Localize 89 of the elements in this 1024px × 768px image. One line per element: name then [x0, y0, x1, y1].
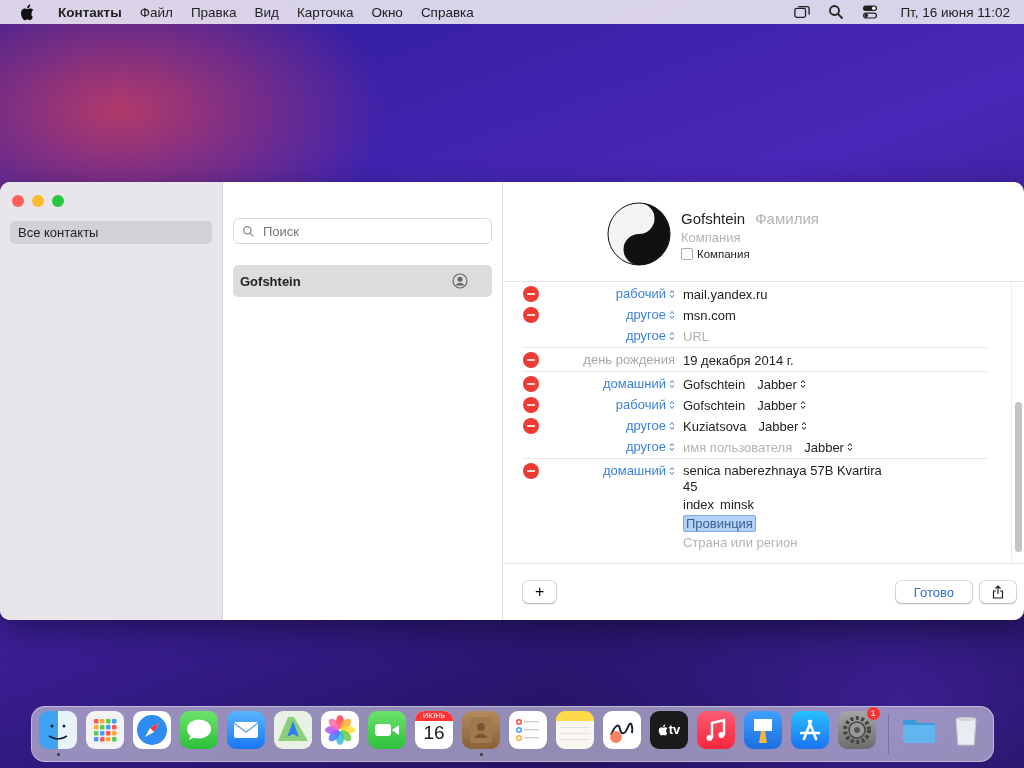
first-name[interactable]: Gofshtein — [681, 210, 746, 227]
compass-icon[interactable] — [133, 711, 171, 749]
menu-item[interactable]: Файл — [139, 4, 173, 20]
updown-chevron-icon — [669, 465, 675, 476]
tv-label: tv — [668, 722, 681, 738]
menu-item[interactable]: Справка — [420, 4, 474, 20]
search-icon — [242, 224, 255, 238]
field-value[interactable]: msn.com — [683, 307, 736, 323]
add-button[interactable]: + — [523, 581, 557, 603]
updown-chevron-icon — [669, 441, 675, 452]
address-book-icon[interactable] — [462, 711, 500, 749]
search-field[interactable]: Поиск — [233, 218, 492, 244]
updown-chevron-icon — [669, 288, 675, 299]
label-popup[interactable]: рабочий — [615, 286, 675, 301]
scrollbar[interactable] — [1011, 282, 1024, 563]
video-camera-icon[interactable] — [368, 711, 406, 749]
map-icon[interactable] — [274, 711, 312, 749]
updown-chevron-icon — [669, 399, 675, 410]
apple-icon — [657, 724, 668, 736]
person-icon — [452, 273, 468, 289]
remove-icon[interactable] — [523, 307, 539, 323]
field-label: день рождения — [583, 352, 675, 367]
notepad-icon[interactable] — [556, 711, 594, 749]
remove-icon[interactable] — [523, 286, 539, 302]
contact-name: Gofshtein — [240, 273, 301, 289]
updown-chevron-icon — [669, 330, 675, 341]
label-popup[interactable]: другое — [625, 439, 675, 454]
gear-icon[interactable] — [838, 711, 876, 749]
service-popup[interactable]: Jabber — [804, 439, 853, 455]
input-field[interactable]: Провинция — [683, 515, 756, 532]
scribble-icon[interactable] — [603, 711, 641, 749]
remove-icon[interactable] — [523, 352, 539, 368]
app-grid-icon[interactable] — [86, 711, 124, 749]
yin-yang-avatar[interactable] — [607, 202, 671, 266]
remove-icon[interactable] — [523, 397, 539, 413]
field-value[interactable]: mail.yandex.ru — [683, 286, 768, 302]
close-button[interactable] — [12, 195, 24, 207]
menu-item[interactable]: Окно — [371, 4, 403, 20]
music-note-icon[interactable] — [697, 711, 735, 749]
menu-item[interactable]: Правка — [190, 4, 237, 20]
apple-icon[interactable] — [20, 3, 34, 21]
label-popup[interactable]: домашний — [602, 463, 675, 478]
service-popup[interactable]: Jabber — [757, 376, 806, 392]
menu-item[interactable]: Карточка — [296, 4, 354, 20]
flower-icon[interactable] — [321, 711, 359, 749]
window-stack-icon[interactable] — [794, 4, 811, 20]
podium-icon[interactable] — [744, 711, 782, 749]
label-popup[interactable]: другое — [625, 328, 675, 343]
field-value[interactable]: 19 декабря 2014 г. — [683, 352, 794, 368]
label-popup[interactable]: домашний — [602, 376, 675, 391]
label-popup[interactable]: другое — [625, 307, 675, 322]
service-popup[interactable]: Jabber — [757, 397, 806, 413]
label-popup[interactable]: рабочий — [615, 397, 675, 412]
menu-clock[interactable]: Пт, 16 июня 11:02 — [900, 4, 1010, 20]
address-field[interactable]: index — [683, 497, 715, 513]
sidebar-item[interactable]: Все контакты — [10, 221, 212, 244]
label-popup[interactable]: другое — [625, 418, 675, 433]
updown-chevron-icon — [799, 400, 806, 410]
smiley-face-icon[interactable] — [39, 711, 77, 749]
updown-chevron-icon — [669, 309, 675, 320]
checklist-icon[interactable] — [509, 711, 547, 749]
calendar-day: 16 — [423, 721, 445, 745]
search-icon[interactable] — [828, 4, 845, 20]
speech-bubble-icon[interactable] — [180, 711, 218, 749]
company-checkbox[interactable]: Компания — [681, 248, 819, 260]
contact-list-item[interactable]: Gofshtein — [233, 265, 492, 297]
share-icon — [992, 585, 1004, 599]
field-value[interactable]: Kuziatsova — [683, 418, 747, 434]
app-menu[interactable]: Контакты — [58, 4, 122, 20]
envelope-icon[interactable] — [227, 711, 265, 749]
tv-icon[interactable]: tv — [650, 711, 688, 749]
menu-item[interactable]: Вид — [254, 4, 279, 20]
address-field[interactable]: minsk — [720, 497, 755, 513]
letter-a-icon[interactable] — [791, 711, 829, 749]
updown-chevron-icon — [846, 442, 853, 452]
field-value[interactable]: Gofschtein — [683, 397, 746, 413]
service-popup[interactable]: Jabber — [758, 418, 808, 434]
done-button[interactable]: Готово — [895, 581, 972, 603]
remove-icon[interactable] — [523, 463, 539, 479]
remove-icon[interactable] — [523, 418, 539, 434]
toggles-icon[interactable] — [862, 4, 879, 20]
search-input[interactable]: Поиск — [261, 222, 483, 240]
updown-chevron-icon — [669, 420, 675, 431]
updown-chevron-icon — [669, 378, 675, 389]
updown-chevron-icon — [801, 421, 808, 431]
field-value[interactable]: Gofschtein — [683, 376, 746, 392]
updown-chevron-icon — [799, 379, 806, 389]
share-button[interactable] — [980, 581, 1016, 603]
remove-icon[interactable] — [523, 376, 539, 392]
